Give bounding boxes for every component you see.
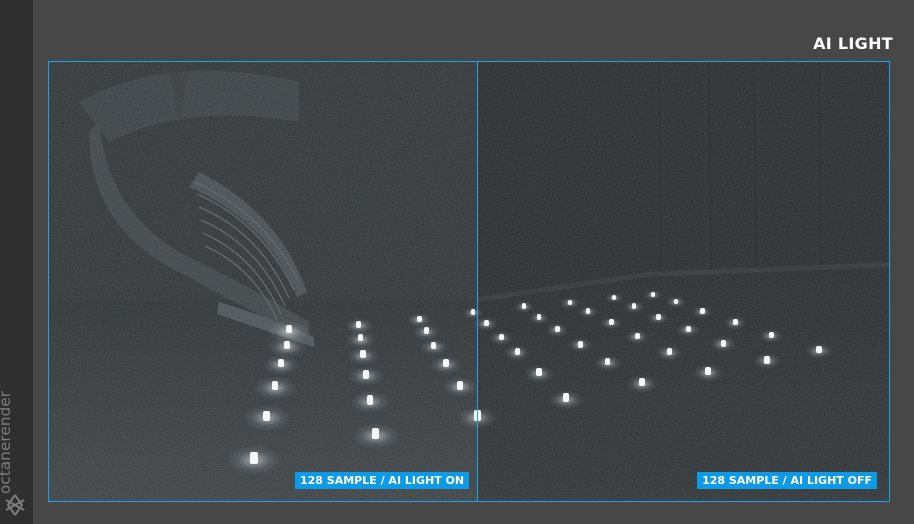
render-noise <box>49 62 889 501</box>
page-title: AI LIGHT <box>813 34 893 53</box>
left-render-label: 128 SAMPLE / AI LIGHT ON <box>295 472 470 489</box>
brand: octanerender™ <box>0 368 30 518</box>
render-scene <box>49 62 889 501</box>
split-divider[interactable] <box>477 62 478 501</box>
brand-wordmark: octanerender™ <box>0 383 14 494</box>
brand-trademark: ™ <box>0 383 6 391</box>
octane-logo-icon <box>5 494 25 516</box>
render-comparison-viewer: 128 SAMPLE / AI LIGHT ON 128 SAMPLE / AI… <box>48 61 890 502</box>
right-render-label: 128 SAMPLE / AI LIGHT OFF <box>697 472 877 489</box>
brand-name: octanerender <box>0 390 14 494</box>
left-sidebar: octanerender™ <box>0 0 33 524</box>
